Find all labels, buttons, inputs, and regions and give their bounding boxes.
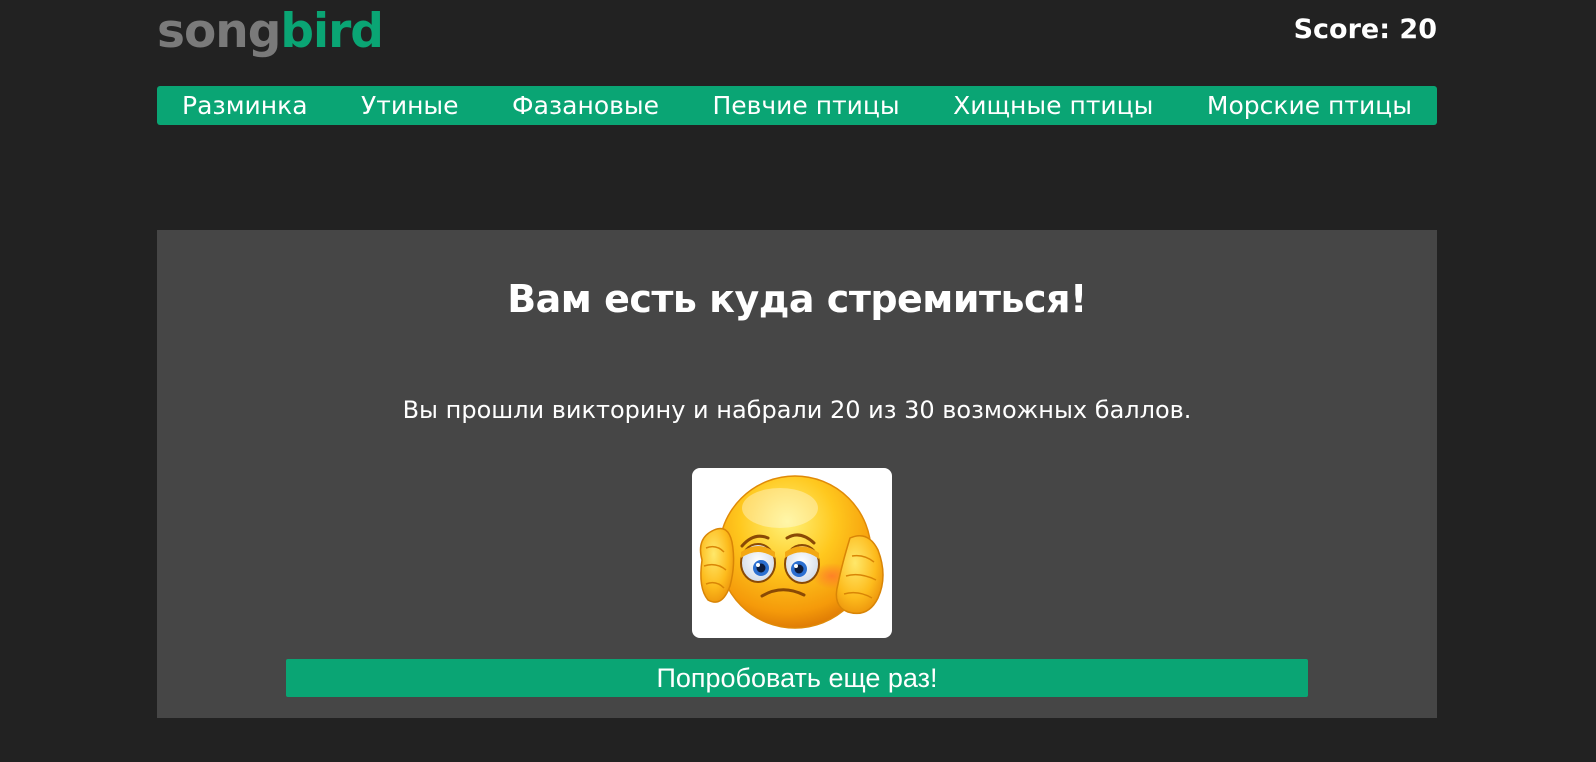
score-display: Score: 20 (1293, 14, 1437, 45)
result-message: Вы прошли викторину и набрали 20 из 30 в… (402, 396, 1192, 424)
nav-item-seabirds[interactable]: Морские птицы (1207, 86, 1412, 125)
nav-item-warmup[interactable]: Разминка (182, 86, 308, 125)
logo-song: song (157, 4, 281, 59)
result-panel: Вам есть куда стремиться! Вы прошли викт… (157, 230, 1437, 718)
retry-button[interactable]: Попробовать еще раз! (286, 659, 1308, 697)
logo-bird: bird (280, 4, 384, 59)
nav-item-songbirds[interactable]: Певчие птицы (712, 86, 899, 125)
nav-item-raptors[interactable]: Хищные птицы (953, 86, 1153, 125)
category-nav: Разминка Утиные Фазановые Певчие птицы Х… (157, 86, 1437, 125)
header: songbird Score: 20 (157, 0, 1437, 84)
sad-face-emoji-icon (692, 468, 892, 638)
nav-item-ducks[interactable]: Утиные (361, 86, 459, 125)
logo[interactable]: songbird (157, 4, 384, 60)
nav-item-pheasants[interactable]: Фазановые (512, 86, 659, 125)
result-title: Вам есть куда стремиться! (507, 277, 1087, 321)
